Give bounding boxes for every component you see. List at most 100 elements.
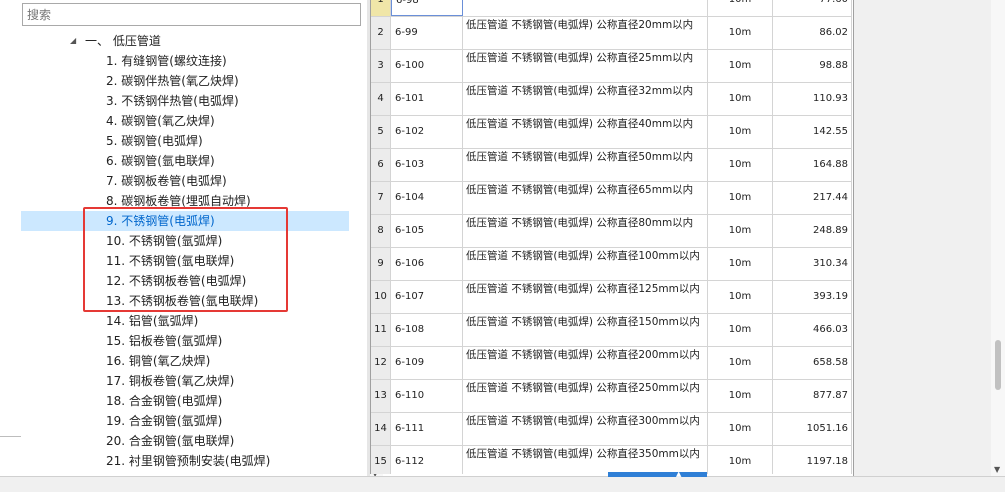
unit-cell[interactable]: 10m bbox=[708, 83, 773, 115]
row-index-cell[interactable]: 12 bbox=[371, 347, 391, 379]
unit-cell[interactable]: 10m bbox=[708, 17, 773, 49]
tree-node[interactable]: 15. 铝板卷管(氩弧焊) bbox=[21, 331, 349, 351]
price-cell[interactable]: 110.93 bbox=[773, 83, 852, 115]
code-cell[interactable]: 6-106 bbox=[391, 248, 463, 280]
row-index-cell[interactable]: 5 bbox=[371, 116, 391, 148]
tree-node[interactable]: 6. 碳钢管(氩电联焊) bbox=[21, 151, 349, 171]
price-cell[interactable]: 164.88 bbox=[773, 149, 852, 181]
unit-cell[interactable]: 10m bbox=[708, 116, 773, 148]
table-scrollbar-thumb[interactable] bbox=[995, 340, 1001, 390]
code-cell[interactable]: 6-102 bbox=[391, 116, 463, 148]
code-cell[interactable]: 6-100 bbox=[391, 50, 463, 82]
row-index-cell[interactable]: 14 bbox=[371, 413, 391, 445]
code-cell[interactable]: 6-110 bbox=[391, 380, 463, 412]
tree-node[interactable]: 7. 碳钢板卷管(电弧焊) bbox=[21, 171, 349, 191]
price-cell[interactable]: 217.44 bbox=[773, 182, 852, 214]
table-row[interactable]: 8 6-105 低压管道 不锈钢管(电弧焊) 公称直径80mm以内 10m 248.89 bbox=[371, 215, 852, 248]
search-input[interactable] bbox=[27, 8, 356, 22]
row-index-cell[interactable]: 10 bbox=[371, 281, 391, 313]
table-row[interactable]: 13 6-110 低压管道 不锈钢管(电弧焊) 公称直径250mm以内 10m 877.… bbox=[371, 380, 852, 413]
name-cell[interactable]: 低压管道 不锈钢管(电弧焊) 公称直径100mm以内 bbox=[463, 248, 708, 280]
price-cell[interactable]: 1051.16 bbox=[773, 413, 852, 445]
tree-expand-icon[interactable]: ◢ bbox=[70, 31, 76, 51]
table-row[interactable]: 7 6-104 低压管道 不锈钢管(电弧焊) 公称直径65mm以内 10m 217.44 bbox=[371, 182, 852, 215]
table-row[interactable]: 9 6-106 低压管道 不锈钢管(电弧焊) 公称直径100mm以内 10m 310.3… bbox=[371, 248, 852, 281]
name-cell[interactable]: 低压管道 不锈钢管(电弧焊) 公称直径65mm以内 bbox=[463, 182, 708, 214]
tree-node[interactable]: 2. 碳钢伴热管(氧乙炔焊) bbox=[21, 71, 349, 91]
table-row[interactable]: 6 6-103 低压管道 不锈钢管(电弧焊) 公称直径50mm以内 10m 164.88 bbox=[371, 149, 852, 182]
unit-cell[interactable]: 10m bbox=[708, 149, 773, 181]
unit-cell[interactable]: 10m bbox=[708, 248, 773, 280]
name-cell[interactable]: 低压管道 不锈钢管(电弧焊) 公称直径125mm以内 bbox=[463, 281, 708, 313]
name-cell[interactable]: 低压管道 不锈钢管(电弧焊) 公称直径250mm以内 bbox=[463, 380, 708, 412]
tree-node-parent[interactable]: ◢ 一、 低压管道 bbox=[21, 31, 349, 51]
name-cell[interactable]: 低压管道 不锈钢管(电弧焊) 公称直径32mm以内 bbox=[463, 83, 708, 115]
code-cell[interactable]: 6-101 bbox=[391, 83, 463, 115]
price-cell[interactable]: 877.87 bbox=[773, 380, 852, 412]
tree-node[interactable]: 4. 碳钢管(氧乙炔焊) bbox=[21, 111, 349, 131]
tree-node[interactable]: 16. 铜管(氧乙炔焊) bbox=[21, 351, 349, 371]
table-row[interactable]: 11 6-108 低压管道 不锈钢管(电弧焊) 公称直径150mm以内 10m 466.… bbox=[371, 314, 852, 347]
splitter-up-icon[interactable]: ▲ bbox=[676, 470, 681, 478]
scroll-down-icon[interactable]: ▼ bbox=[994, 465, 1000, 474]
row-index-cell[interactable]: 6 bbox=[371, 149, 391, 181]
tree-node[interactable]: 21. 衬里钢管预制安装(电弧焊) bbox=[21, 451, 349, 471]
row-index-cell[interactable]: 13 bbox=[371, 380, 391, 412]
code-cell[interactable]: 6-103 bbox=[391, 149, 463, 181]
table-row[interactable]: 14 6-111 低压管道 不锈钢管(电弧焊) 公称直径300mm以内 10m 1051… bbox=[371, 413, 852, 446]
row-index-cell[interactable]: 3 bbox=[371, 50, 391, 82]
name-cell[interactable]: 低压管道 不锈钢管(电弧焊) 公称直径150mm以内 bbox=[463, 314, 708, 346]
row-index-cell[interactable]: 1 bbox=[371, 0, 391, 16]
price-cell[interactable]: 310.34 bbox=[773, 248, 852, 280]
price-cell[interactable]: 86.02 bbox=[773, 17, 852, 49]
splitter-handle[interactable] bbox=[608, 472, 707, 477]
unit-cell[interactable]: 10m bbox=[708, 314, 773, 346]
price-cell[interactable]: 98.88 bbox=[773, 50, 852, 82]
unit-cell[interactable]: 10m bbox=[708, 446, 773, 474]
name-cell[interactable]: 低压管道 不锈钢管(电弧焊) 公称直径40mm以内 bbox=[463, 116, 708, 148]
row-index-cell[interactable]: 11 bbox=[371, 314, 391, 346]
row-index-cell[interactable]: 15 bbox=[371, 446, 391, 474]
price-cell[interactable]: 466.03 bbox=[773, 314, 852, 346]
name-cell[interactable]: 低压管道 不锈钢管(电弧焊) 公称直径200mm以内 bbox=[463, 347, 708, 379]
row-index-cell[interactable]: 4 bbox=[371, 83, 391, 115]
row-index-cell[interactable]: 7 bbox=[371, 182, 391, 214]
code-cell[interactable]: 6-105 bbox=[391, 215, 463, 247]
table-row[interactable]: 12 6-109 低压管道 不锈钢管(电弧焊) 公称直径200mm以内 10m 658.… bbox=[371, 347, 852, 380]
name-cell[interactable]: 低压管道 不锈钢管(电弧焊) 公称直径300mm以内 bbox=[463, 413, 708, 445]
table-row[interactable]: 15 6-112 低压管道 不锈钢管(电弧焊) 公称直径350mm以内 10m 1197… bbox=[371, 446, 852, 474]
name-cell[interactable]: 低压管道 不锈钢管(电弧焊) 公称直径350mm以内 bbox=[463, 446, 708, 474]
code-cell[interactable]: 6-111 bbox=[391, 413, 463, 445]
table-scrollbar[interactable]: ▼ bbox=[991, 0, 1005, 476]
price-cell[interactable]: 248.89 bbox=[773, 215, 852, 247]
tree-node[interactable]: 5. 碳钢管(电弧焊) bbox=[21, 131, 349, 151]
unit-cell[interactable]: 10m bbox=[708, 281, 773, 313]
price-cell[interactable]: 77.60 bbox=[773, 0, 852, 16]
row-index-cell[interactable]: 9 bbox=[371, 248, 391, 280]
name-cell[interactable] bbox=[463, 0, 708, 16]
name-cell[interactable]: 低压管道 不锈钢管(电弧焊) 公称直径50mm以内 bbox=[463, 149, 708, 181]
name-cell[interactable]: 低压管道 不锈钢管(电弧焊) 公称直径25mm以内 bbox=[463, 50, 708, 82]
code-cell[interactable]: 6-99 bbox=[391, 17, 463, 49]
price-cell[interactable]: 1197.18 bbox=[773, 446, 852, 474]
tree-node[interactable]: 19. 合金钢管(氩弧焊) bbox=[21, 411, 349, 431]
search-box[interactable] bbox=[22, 3, 361, 26]
tree-node[interactable]: 18. 合金钢管(电弧焊) bbox=[21, 391, 349, 411]
code-cell[interactable]: 6-112 bbox=[391, 446, 463, 474]
unit-cell[interactable]: 10m bbox=[708, 215, 773, 247]
price-cell[interactable]: 658.58 bbox=[773, 347, 852, 379]
table-row[interactable]: 16-98 10m77.60 bbox=[371, 0, 852, 17]
price-cell[interactable]: 393.19 bbox=[773, 281, 852, 313]
unit-cell[interactable]: 10m bbox=[708, 380, 773, 412]
code-cell[interactable]: 6-98 bbox=[391, 0, 463, 16]
price-cell[interactable]: 142.55 bbox=[773, 116, 852, 148]
tree-node[interactable]: 14. 铝管(氩弧焊) bbox=[21, 311, 349, 331]
row-index-cell[interactable]: 2 bbox=[371, 17, 391, 49]
unit-cell[interactable]: 10m bbox=[708, 347, 773, 379]
code-cell[interactable]: 6-104 bbox=[391, 182, 463, 214]
table-row[interactable]: 4 6-101 低压管道 不锈钢管(电弧焊) 公称直径32mm以内 10m 110.93 bbox=[371, 83, 852, 116]
name-cell[interactable]: 低压管道 不锈钢管(电弧焊) 公称直径20mm以内 bbox=[463, 17, 708, 49]
tree-node[interactable]: 1. 有缝钢管(螺纹连接) bbox=[21, 51, 349, 71]
unit-cell[interactable]: 10m bbox=[708, 0, 773, 16]
tree-node[interactable]: 20. 合金钢管(氩电联焊) bbox=[21, 431, 349, 451]
